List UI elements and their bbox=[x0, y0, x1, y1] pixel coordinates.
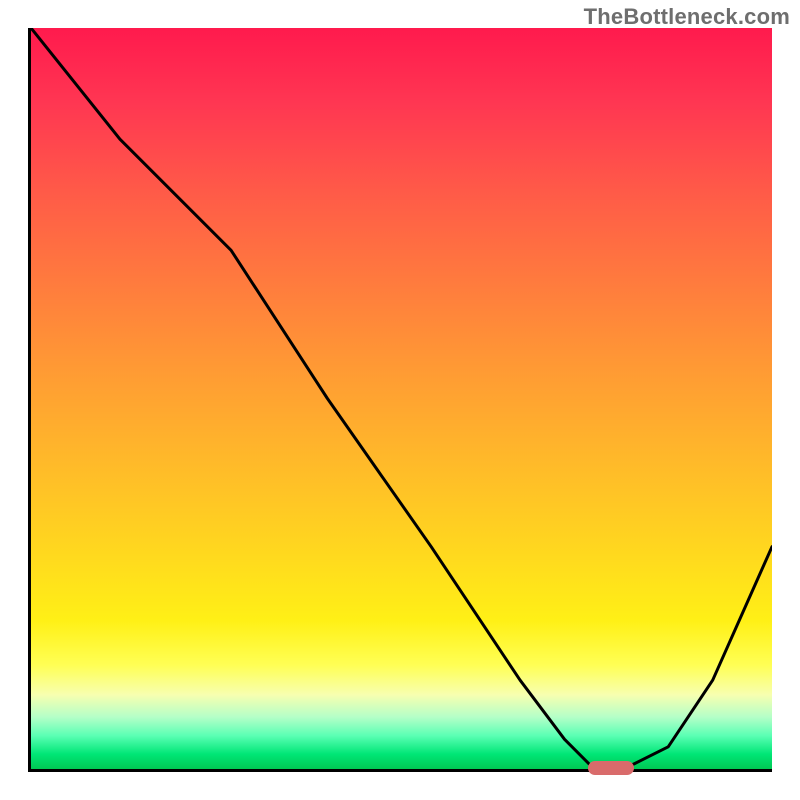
attribution-label: TheBottleneck.com bbox=[584, 4, 790, 30]
chart-container: TheBottleneck.com bbox=[0, 0, 800, 800]
plot-area bbox=[28, 28, 772, 772]
bottleneck-curve bbox=[31, 28, 772, 769]
optimum-marker bbox=[588, 761, 634, 775]
